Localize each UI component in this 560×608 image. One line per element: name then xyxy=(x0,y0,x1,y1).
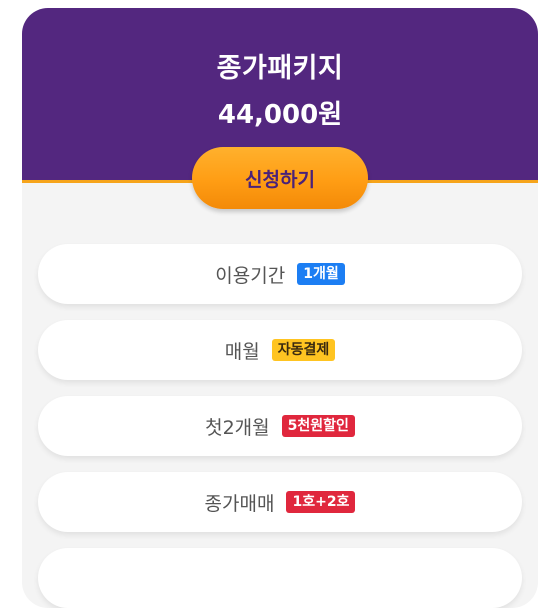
feature-badge: 자동결제 xyxy=(271,339,336,361)
feature-row-trading: 종가매매 1호+2호 xyxy=(38,472,522,532)
feature-badge: 1호+2호 xyxy=(286,491,356,513)
package-card: 종가패키지 44,000원 신청하기 이용기간 1개월 매월 자동결제 첫2개월… xyxy=(22,8,538,608)
feature-row-period: 이용기간 1개월 xyxy=(38,244,522,304)
feature-row-first-months: 첫2개월 5천원할인 xyxy=(38,396,522,456)
package-title: 종가패키지 xyxy=(216,53,344,84)
feature-label: 종가매매 xyxy=(204,492,275,515)
feature-list: 이용기간 1개월 매월 자동결제 첫2개월 5천원할인 종가매매 1호+2호 xyxy=(38,244,522,608)
feature-label: 이용기간 xyxy=(215,264,286,287)
feature-label: 매월 xyxy=(224,340,260,363)
feature-row-partial xyxy=(38,548,522,608)
feature-badge: 1개월 xyxy=(297,263,345,285)
feature-label: 첫2개월 xyxy=(205,416,270,439)
feature-row-monthly: 매월 자동결제 xyxy=(38,320,522,380)
apply-button[interactable]: 신청하기 xyxy=(192,147,368,209)
feature-badge: 5천원할인 xyxy=(281,415,355,437)
package-price: 44,000원 xyxy=(217,100,343,130)
